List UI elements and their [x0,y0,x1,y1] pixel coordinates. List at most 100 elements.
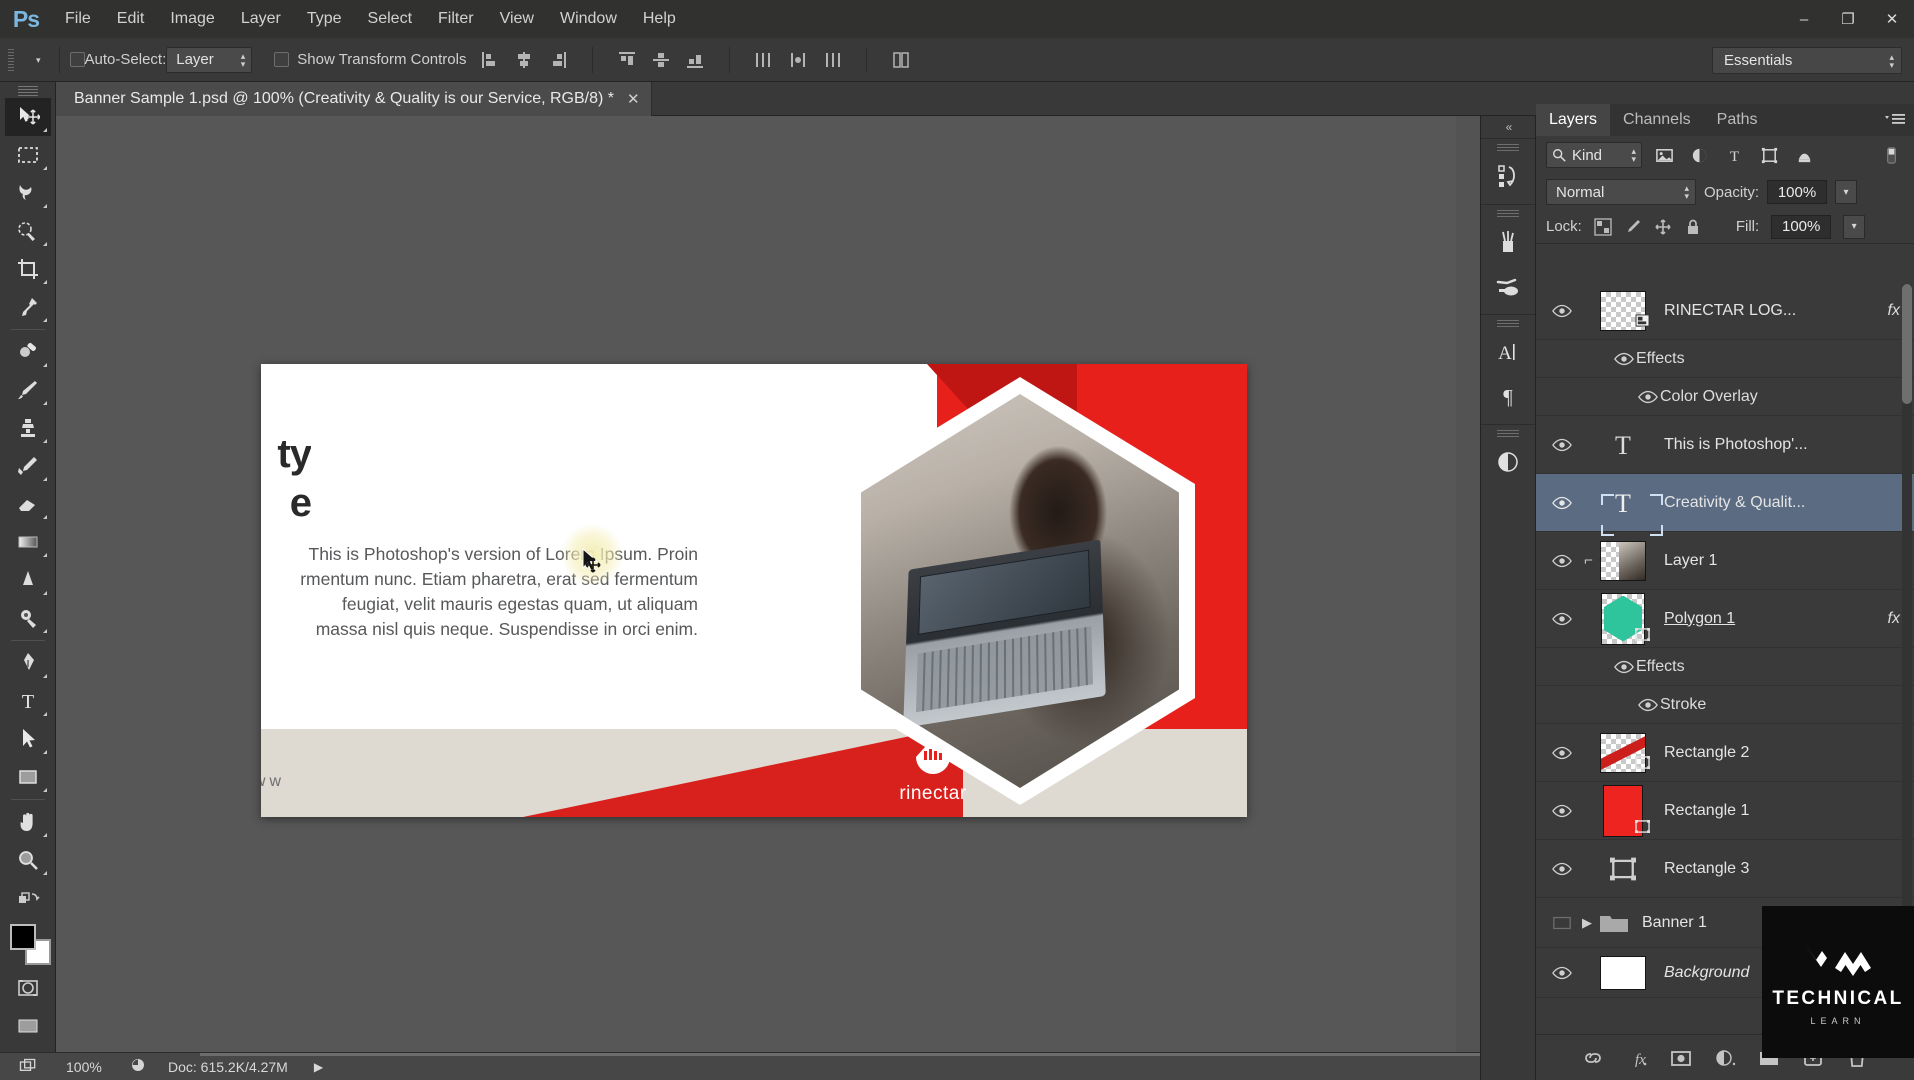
3d-mode-icon[interactable] [891,50,911,70]
effect-visibility-toggle[interactable] [1636,698,1660,712]
tool-blur[interactable] [5,561,51,599]
table-row[interactable]: Polygon 1 fx [1536,590,1914,648]
tool-quick-selection[interactable] [5,212,51,250]
restore-button[interactable]: ❐ [1826,0,1870,38]
filter-pixel-layers-button[interactable] [1651,143,1677,167]
tool-pen[interactable] [5,644,51,682]
layer-name[interactable]: Creativity & Qualit... [1664,494,1914,512]
tool-hand[interactable] [5,803,51,841]
align-horizontal-centers-icon[interactable] [514,50,534,70]
layer-visibility-toggle[interactable] [1542,746,1582,760]
tool-eraser[interactable] [5,485,51,523]
filter-smart-object-button[interactable] [1791,143,1817,167]
panel-menu-icon[interactable] [1884,112,1906,128]
adjustments-panel-button[interactable] [1481,440,1535,484]
tool-dodge[interactable] [5,599,51,637]
list-item[interactable]: Effects [1536,340,1914,378]
align-bottom-edges-icon[interactable] [685,50,705,70]
lock-all-icon[interactable] [1684,218,1702,236]
document-tab[interactable]: Banner Sample 1.psd @ 100% (Creativity &… [56,82,652,116]
tool-screen-mode[interactable] [5,1007,51,1045]
table-row[interactable]: ⌐ Layer 1 [1536,532,1914,590]
tool-zoom[interactable] [5,841,51,879]
layer-thumbnail-cell[interactable]: T [1582,486,1664,536]
dock-group-grip[interactable] [1497,210,1519,217]
list-item[interactable]: Stroke [1536,686,1914,724]
effects-visibility-toggle[interactable] [1612,660,1636,674]
layer-name[interactable]: RINECTAR LOG... [1664,302,1888,320]
layer-thumbnail-cell[interactable] [1582,290,1664,331]
table-row[interactable]: T This is Photoshop'... [1536,416,1914,474]
table-row[interactable]: T Creativity & Qualit... [1536,474,1914,536]
filter-toggle-button[interactable] [1878,143,1904,167]
tool-horizontal-type[interactable]: T [5,682,51,720]
align-left-edges-icon[interactable] [480,50,500,70]
add-layer-style-icon[interactable]: fx [1626,1047,1648,1069]
workspace-switcher[interactable]: Essentials ▴ ▾ [1712,47,1902,74]
tab-layers[interactable]: Layers [1536,104,1611,136]
menu-window[interactable]: Window [547,0,630,38]
status-more-arrow-icon[interactable]: ▶ [314,1060,323,1074]
opacity-value-field[interactable]: 100% [1767,180,1828,204]
link-layers-icon[interactable] [1582,1047,1604,1069]
auto-select-scope-dropdown[interactable]: Layer ▴ ▾ [166,46,253,73]
layer-name[interactable]: Rectangle 1 [1664,802,1914,820]
tool-spot-healing-brush[interactable] [5,333,51,371]
menu-view[interactable]: View [487,0,547,38]
tool-edit-toolbar[interactable] [5,879,51,917]
tool-rectangle[interactable] [5,758,51,796]
layer-visibility-toggle[interactable] [1542,916,1582,930]
tool-history-brush[interactable] [5,447,51,485]
tool-move[interactable] [4,98,51,136]
canvas-horizontal-scrollbar[interactable] [200,1053,1538,1056]
fill-slider-arrow[interactable]: ▾ [1843,214,1866,239]
menu-file[interactable]: File [52,0,104,38]
menu-image[interactable]: Image [157,0,227,38]
tool-crop[interactable] [5,250,51,288]
table-row[interactable]: Rectangle 2 [1536,724,1914,782]
tool-clone-stamp[interactable] [5,409,51,447]
filter-adjustment-layers-button[interactable] [1686,143,1712,167]
layer-name[interactable]: Rectangle 2 [1664,744,1914,762]
canvas-area[interactable]: ty e This is Photoshop's version of Lore… [56,116,1456,1052]
toolbar-grip[interactable] [17,86,38,96]
layer-thumbnail-cell[interactable]: T [1582,428,1664,462]
tool-preset-dropdown-icon[interactable]: ▾ [36,55,41,64]
distribute-left-icon[interactable] [754,50,774,70]
paragraph-panel-button[interactable]: ¶ [1481,374,1535,418]
dock-group-grip[interactable] [1497,320,1519,327]
tool-gradient[interactable] [5,523,51,561]
table-row[interactable]: Rectangle 3 [1536,840,1914,898]
list-item[interactable]: Effects [1536,648,1914,686]
tool-rectangular-marquee[interactable] [5,136,51,174]
layer-visibility-toggle[interactable] [1542,496,1582,510]
list-item[interactable]: Color Overlay [1536,378,1914,416]
document-canvas[interactable]: ty e This is Photoshop's version of Lore… [261,364,1247,817]
minimize-button[interactable]: – [1782,0,1826,38]
align-vertical-centers-icon[interactable] [651,50,671,70]
zoom-level-field[interactable]: 100% [56,1059,130,1075]
lock-transparent-pixels-icon[interactable] [1594,217,1612,236]
layer-visibility-toggle[interactable] [1542,966,1582,980]
tool-quick-mask[interactable] [5,969,51,1007]
table-row[interactable]: RINECTAR LOG... fx [1536,282,1914,340]
fill-value-field[interactable]: 100% [1771,214,1832,239]
align-top-edges-icon[interactable] [617,50,637,70]
layer-visibility-toggle[interactable] [1542,554,1582,568]
arrange-documents-icon[interactable] [0,1057,56,1077]
dock-group-grip[interactable] [1497,144,1519,151]
table-row[interactable]: Rectangle 1 [1536,782,1914,840]
menu-layer[interactable]: Layer [228,0,294,38]
distribute-right-icon[interactable] [822,50,842,70]
tool-path-selection[interactable] [5,720,51,758]
menu-type[interactable]: Type [294,0,355,38]
layer-thumbnail-cell[interactable] [1582,784,1664,837]
layer-thumbnail-cell[interactable] [1582,732,1664,773]
tab-channels[interactable]: Channels [1610,104,1704,136]
menu-edit[interactable]: Edit [104,0,158,38]
lock-position-icon[interactable] [1654,218,1672,236]
layer-thumbnail-cell[interactable] [1582,955,1664,990]
filter-type-layers-button[interactable]: T [1721,143,1747,167]
tool-eyedropper[interactable] [5,288,51,326]
brush-panel-button[interactable] [1481,220,1535,264]
